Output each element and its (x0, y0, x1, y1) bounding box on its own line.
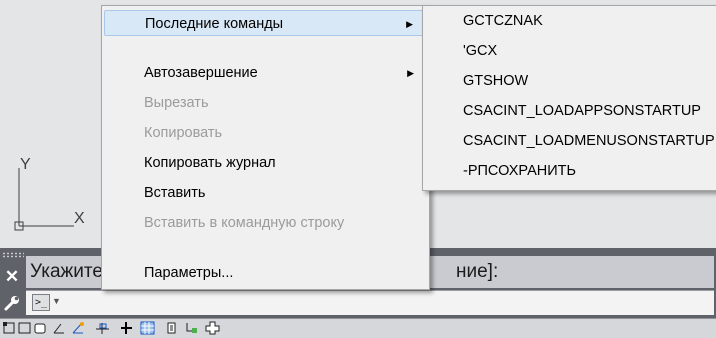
status-bar (0, 318, 716, 338)
model-space-icon[interactable] (2, 321, 17, 335)
menu-item-cut: Вырезать (104, 90, 424, 116)
lineweight-icon[interactable] (119, 321, 134, 335)
command-prompt-tail: ние]: (456, 261, 499, 282)
submenu-item[interactable]: 'GCX (425, 38, 713, 64)
transparency-icon[interactable] (140, 321, 155, 335)
dynamic-ucs-icon[interactable] (184, 321, 199, 335)
context-menu: Последние команды ▶ Автозавершение ▶ Выр… (101, 5, 430, 290)
chevron-down-icon[interactable]: ▼ (52, 294, 61, 309)
ucs-y-label: Y (20, 156, 31, 173)
menu-item-options[interactable]: Параметры... (104, 260, 424, 286)
osnap-icon[interactable] (95, 321, 110, 335)
submenu-item[interactable]: GCTCZNAK (425, 8, 713, 34)
menu-item-label: Копировать (144, 125, 223, 141)
ucs-icon (14, 168, 74, 231)
menu-item-paste-to-cmdline: Вставить в командную строку (104, 210, 424, 236)
wrench-icon[interactable] (3, 294, 21, 312)
submenu-item[interactable]: CSACINT_LOADMENUSONSTARTUP (425, 128, 715, 154)
submenu-arrow-icon: ▶ (406, 19, 413, 29)
ucs-x-label: X (74, 210, 85, 227)
recent-commands-submenu: GCTCZNAK 'GCX GTSHOW CSACINT_LOADAPPSONS… (422, 5, 716, 191)
submenu-item[interactable]: CSACINT_LOADAPPSONSTARTUP (425, 98, 713, 124)
close-icon[interactable]: ✕ (3, 268, 21, 286)
command-prompt-icon[interactable]: >_ (32, 294, 50, 311)
menu-item-copy-history[interactable]: Копировать журнал (104, 150, 424, 176)
menu-item-label: Копировать журнал (144, 155, 276, 171)
grid-icon[interactable] (33, 321, 48, 335)
add-icon[interactable] (205, 321, 220, 335)
menu-item-label: Последние команды (145, 16, 284, 32)
menu-item-paste[interactable]: Вставить (104, 180, 424, 206)
menu-item-copy: Копировать (104, 120, 424, 146)
menu-item-label: Параметры... (144, 265, 234, 281)
menu-item-label: Вставить в командную строку (144, 215, 345, 231)
polar-icon[interactable] (71, 321, 86, 335)
menu-item-autocomplete[interactable]: Автозавершение ▶ (104, 60, 424, 86)
drag-grip[interactable] (2, 252, 24, 258)
snap-icon[interactable] (17, 321, 32, 335)
submenu-item[interactable]: -РПСОХРАНИТЬ (425, 158, 713, 184)
menu-item-label: Вставить (144, 185, 206, 201)
submenu-arrow-icon: ▶ (407, 68, 414, 78)
command-prompt-text: Укажите (30, 261, 103, 282)
menu-item-label: Автозавершение (144, 65, 258, 81)
command-input[interactable]: >_ ▼ (26, 290, 714, 315)
submenu-item[interactable]: GTSHOW (425, 68, 713, 94)
menu-item-label: Вырезать (144, 95, 209, 111)
selection-cycling-icon[interactable] (164, 321, 179, 335)
menu-item-recent-commands[interactable]: Последние команды ▶ (104, 10, 424, 36)
ortho-icon[interactable] (52, 321, 67, 335)
